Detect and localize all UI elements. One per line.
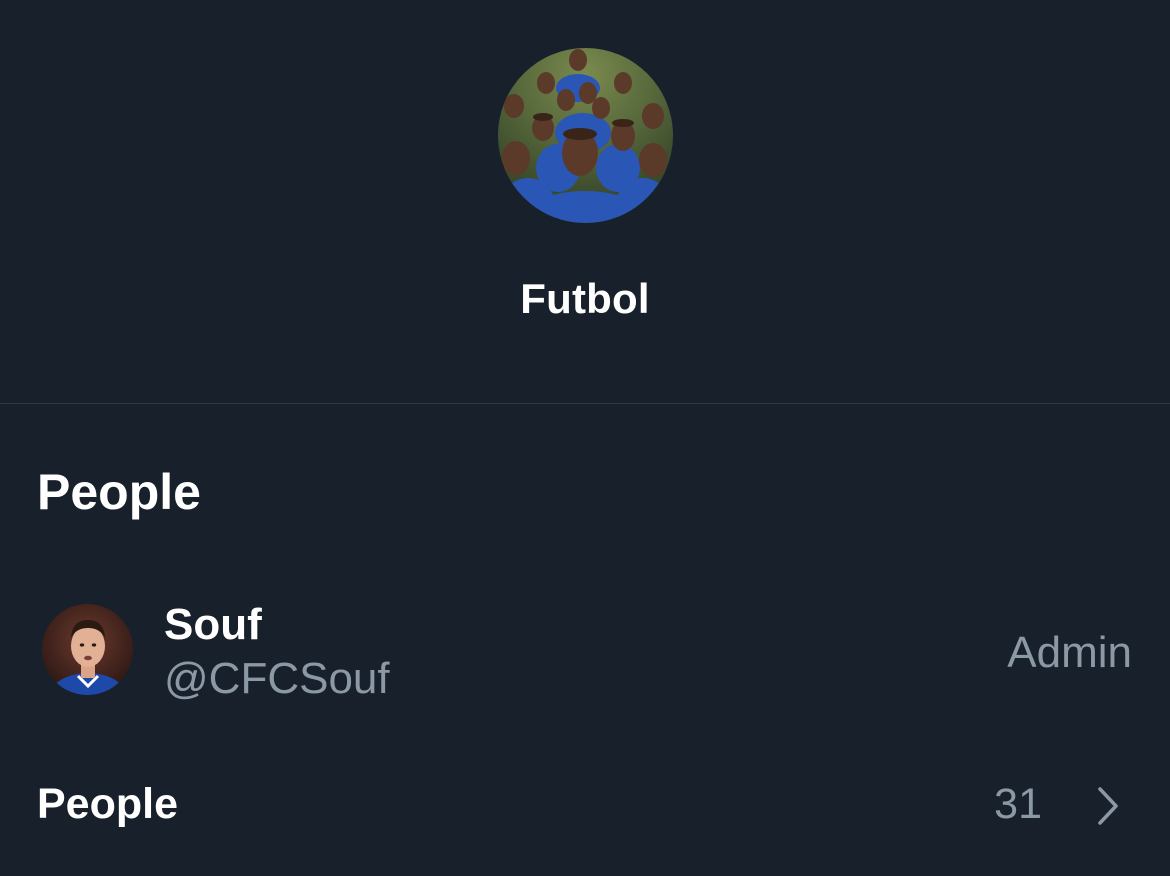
user-avatar[interactable]	[42, 604, 133, 695]
group-avatar[interactable]	[498, 48, 673, 223]
member-name: Souf	[164, 600, 262, 649]
member-handle: @CFCSouf	[164, 654, 390, 703]
people-count: 31	[994, 780, 1042, 828]
people-link-label: People	[37, 780, 178, 828]
chevron-right-icon	[1098, 787, 1118, 825]
people-list-link[interactable]: People 31	[0, 770, 1170, 840]
section-divider	[0, 403, 1170, 404]
member-row[interactable]: Souf @CFCSouf Admin	[0, 590, 1170, 710]
people-section-title: People	[37, 464, 201, 520]
group-name: Futbol	[520, 275, 650, 322]
group-header: Futbol	[0, 0, 1170, 403]
member-role-badge: Admin	[1007, 628, 1132, 677]
group-info-screen: Futbol People Souf @CFCSouf Admin People…	[0, 0, 1170, 876]
